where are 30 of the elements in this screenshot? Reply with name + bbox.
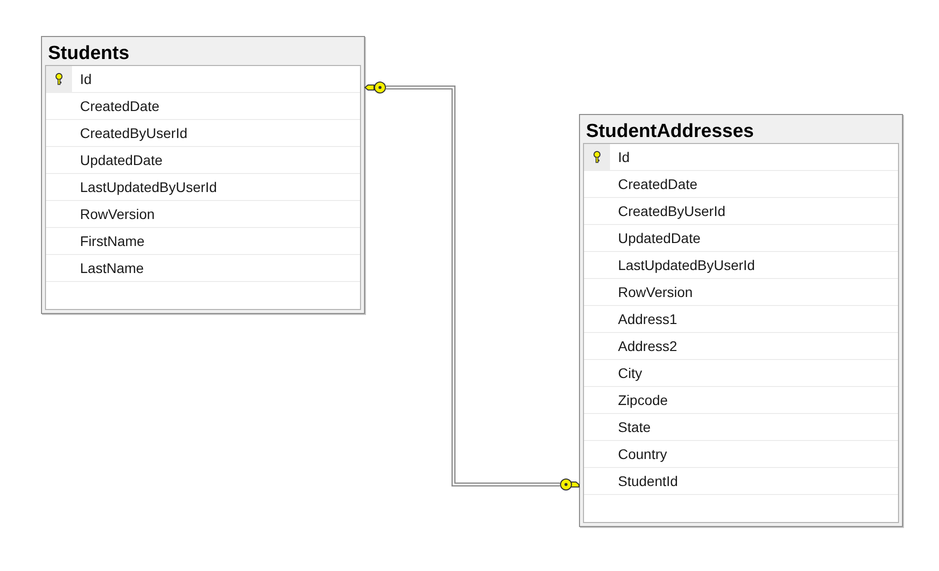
column-name[interactable]: RowVersion	[610, 284, 693, 300]
table-title: Students	[47, 42, 130, 65]
key-icon	[593, 151, 601, 163]
table-title: StudentAddresses	[585, 120, 755, 143]
column-name[interactable]: LastName	[72, 260, 144, 276]
column-name[interactable]: StudentId	[610, 473, 678, 489]
key-icon	[364, 82, 386, 94]
column-name[interactable]: CreatedByUserId	[610, 203, 726, 219]
key-icon	[55, 73, 63, 85]
column-name[interactable]: Id	[72, 71, 92, 87]
column-name[interactable]: Address1	[610, 311, 678, 327]
column-name[interactable]: UpdatedDate	[610, 230, 701, 246]
column-name[interactable]: LastUpdatedByUserId	[72, 179, 217, 195]
column-name[interactable]: CreatedByUserId	[72, 125, 188, 141]
column-name[interactable]: Id	[610, 149, 630, 165]
column-name[interactable]: Country	[610, 446, 668, 462]
column-name[interactable]: CreatedDate	[610, 176, 698, 192]
column-name[interactable]: FirstName	[72, 233, 145, 249]
key-icon	[560, 478, 580, 490]
column-name[interactable]: LastUpdatedByUserId	[610, 257, 755, 273]
column-name[interactable]: State	[610, 419, 651, 435]
column-name[interactable]: City	[610, 365, 642, 381]
relationship-line[interactable]	[386, 86, 560, 486]
column-name[interactable]: CreatedDate	[72, 98, 160, 114]
table-box[interactable]: Students Id CreatedDate CreatedByUserId UpdatedDate LastUpdatedByUserId RowVersion FirstName LastName	[41, 36, 365, 314]
column-name[interactable]: UpdatedDate	[72, 152, 163, 168]
column-name[interactable]: RowVersion	[72, 206, 155, 222]
column-name[interactable]: Address2	[610, 338, 678, 354]
table-box[interactable]: StudentAddresses Id CreatedDate CreatedByUserId UpdatedDate LastUpdatedByUserId RowVersion Address1 Address2 City Zipcode State Country StudentId	[579, 114, 903, 527]
column-name[interactable]: Zipcode	[610, 392, 668, 408]
